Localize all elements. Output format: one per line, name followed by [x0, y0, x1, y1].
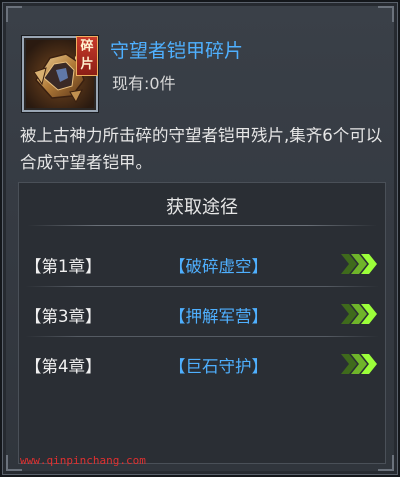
- watermark: www.qinpinchang.com: [20, 454, 146, 467]
- triple-chevron-right-icon[interactable]: [339, 250, 383, 278]
- acquisition-panel: 获取途径 【第1章】 【破碎虚空】 【第3章】 【押解军营】 【第4章】 【巨石…: [18, 182, 386, 464]
- item-description: 被上古神力所击碎的守望者铠甲残片,集齐6个可以合成守望者铠甲。: [20, 126, 383, 172]
- fragment-badge: 碎片: [76, 36, 98, 76]
- acquisition-title: 获取途径: [166, 197, 238, 218]
- triple-chevron-right-icon[interactable]: [339, 350, 383, 378]
- divider: [27, 225, 377, 226]
- chapter-label: 【第3章】: [25, 307, 102, 326]
- frame-corner: [378, 6, 394, 22]
- chapter-label: 【第1章】: [25, 257, 102, 276]
- divider: [25, 286, 379, 287]
- source-row[interactable]: 【第4章】 【巨石守护】: [19, 341, 385, 387]
- stage-name[interactable]: 【破碎虚空】: [169, 253, 268, 277]
- frame-corner: [6, 6, 22, 22]
- item-icon-frame: 碎片: [22, 36, 98, 112]
- item-name: 守望者铠甲碎片: [110, 40, 244, 62]
- item-tooltip-panel: 碎片 守望者铠甲碎片 现有:0件 被上古神力所击碎的守望者铠甲残片,集齐6个可以…: [0, 0, 400, 477]
- stage-name[interactable]: 【巨石守护】: [169, 353, 268, 377]
- triple-chevron-right-icon[interactable]: [339, 300, 383, 328]
- source-row[interactable]: 【第3章】 【押解军营】: [19, 291, 385, 337]
- source-row[interactable]: 【第1章】 【破碎虚空】: [19, 241, 385, 287]
- chapter-label: 【第4章】: [25, 357, 102, 376]
- divider: [25, 336, 379, 337]
- item-count: 现有:0件: [112, 74, 176, 93]
- stage-name[interactable]: 【押解军营】: [169, 303, 268, 327]
